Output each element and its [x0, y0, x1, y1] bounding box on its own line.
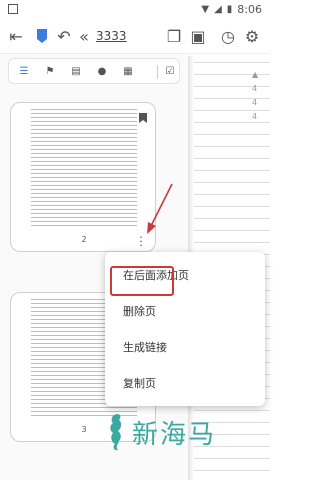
thumbnail-line [31, 177, 137, 178]
ruled-line [186, 134, 270, 135]
page-input[interactable]: 3333 [96, 29, 127, 43]
thumbnail-line [31, 173, 137, 174]
more-options-icon[interactable]: · · · [137, 232, 145, 251]
watermark: 新海马 [104, 412, 216, 452]
tab-divider [157, 65, 158, 79]
panel-tabs: ☰ ⚑ ▤ ● ▦ ☑ [8, 58, 180, 84]
status-indicators: ▼ ◢ ▮ 8:06 [201, 3, 262, 16]
thumbnail-line [31, 225, 137, 226]
thumbnail-line [31, 209, 137, 210]
thumbnail-line [31, 193, 137, 194]
thumbnail-line [31, 145, 137, 146]
thumbnail-line [31, 121, 137, 122]
battery-icon: ▮ [226, 4, 233, 15]
bookmark-tab-icon[interactable]: ⚑ [43, 64, 57, 78]
thumbnail-line [31, 161, 137, 162]
thumbnail-line [31, 181, 137, 182]
menu-item-generate-link[interactable]: 生成链接 [123, 339, 167, 355]
pen-tool-icon[interactable] [32, 26, 52, 46]
search-tab-icon[interactable]: ● [95, 64, 109, 78]
menu-item-delete-page[interactable]: 删除页 [123, 303, 156, 319]
thumbnail-line [31, 157, 137, 158]
thumbnail-line [31, 125, 137, 126]
select-tab-icon[interactable]: ☑ [163, 64, 177, 78]
thumbnail-line [31, 185, 137, 186]
thumbnail-line [31, 129, 137, 130]
menu-item-copy-page[interactable]: 复制页 [123, 375, 156, 391]
status-time: 8:06 [237, 3, 262, 16]
outline-tab-icon[interactable]: ▤ [69, 64, 83, 78]
double-left-icon[interactable]: « [74, 26, 94, 46]
thumbnail-lines [31, 109, 137, 229]
thumbnail-line [31, 213, 137, 214]
layers-icon[interactable]: ❐ [164, 26, 184, 46]
thumbnail-line [31, 109, 137, 110]
ruled-line [186, 146, 270, 147]
clock-icon[interactable]: ◷ [218, 26, 238, 46]
top-toolbar: ⇤ ↶ « 3333 ❐ ▣ ◷ ⚙ [0, 20, 270, 54]
highlight-box [110, 266, 174, 296]
thumbnail-line [31, 169, 137, 170]
ruled-line [186, 470, 270, 471]
ruled-line [186, 62, 270, 63]
thumbnail-line [31, 217, 137, 218]
ruled-line [186, 230, 270, 231]
undo-icon[interactable]: ↶ [54, 26, 74, 46]
thumbnail-line [31, 137, 137, 138]
gear-icon[interactable]: ⚙ [242, 26, 262, 46]
bookmark-icon [139, 113, 147, 123]
page-thumbnail[interactable]: 2 [10, 102, 156, 252]
thumbnail-line [31, 189, 137, 190]
thumbnail-line [31, 165, 137, 166]
page-number: 2 [81, 235, 87, 244]
ruled-line [186, 458, 270, 459]
thumbnail-line [31, 221, 137, 222]
notes-tab-icon[interactable]: ▦ [121, 64, 135, 78]
signal-icon: ◢ [214, 4, 222, 15]
thumbnail-line [31, 113, 137, 114]
thumbnail-line [31, 141, 137, 142]
wifi-icon: ▼ [201, 4, 210, 15]
thumbnail-line [31, 205, 137, 206]
ruled-line [186, 410, 270, 411]
ruled-line [186, 182, 270, 183]
status-bar: ▼ ◢ ▮ 8:06 [0, 0, 270, 20]
thumbnail-line [31, 201, 137, 202]
thumbnail-line [31, 149, 137, 150]
thumbnail-line [31, 117, 137, 118]
thumbnail-line [31, 407, 137, 408]
ruled-line [186, 242, 270, 243]
thumbnail-line [31, 153, 137, 154]
page-indicator: ▲ 4 4 4 [252, 70, 259, 121]
thumbnail-line [31, 133, 137, 134]
indicator-up-icon: ▲ [252, 70, 259, 79]
thumbnail-line [31, 197, 137, 198]
ruled-line [186, 194, 270, 195]
add-page-icon[interactable]: ▣ [188, 26, 208, 46]
watermark-text: 新海马 [132, 419, 217, 450]
notification-icon [8, 4, 18, 14]
ruled-line [186, 206, 270, 207]
ruled-line [186, 218, 270, 219]
ruled-line [186, 158, 270, 159]
list-view-icon[interactable]: ☰ [17, 64, 31, 78]
ruled-line [186, 170, 270, 171]
seahorse-logo-icon [110, 414, 122, 451]
collapse-panel-icon[interactable]: ⇤ [6, 26, 26, 46]
